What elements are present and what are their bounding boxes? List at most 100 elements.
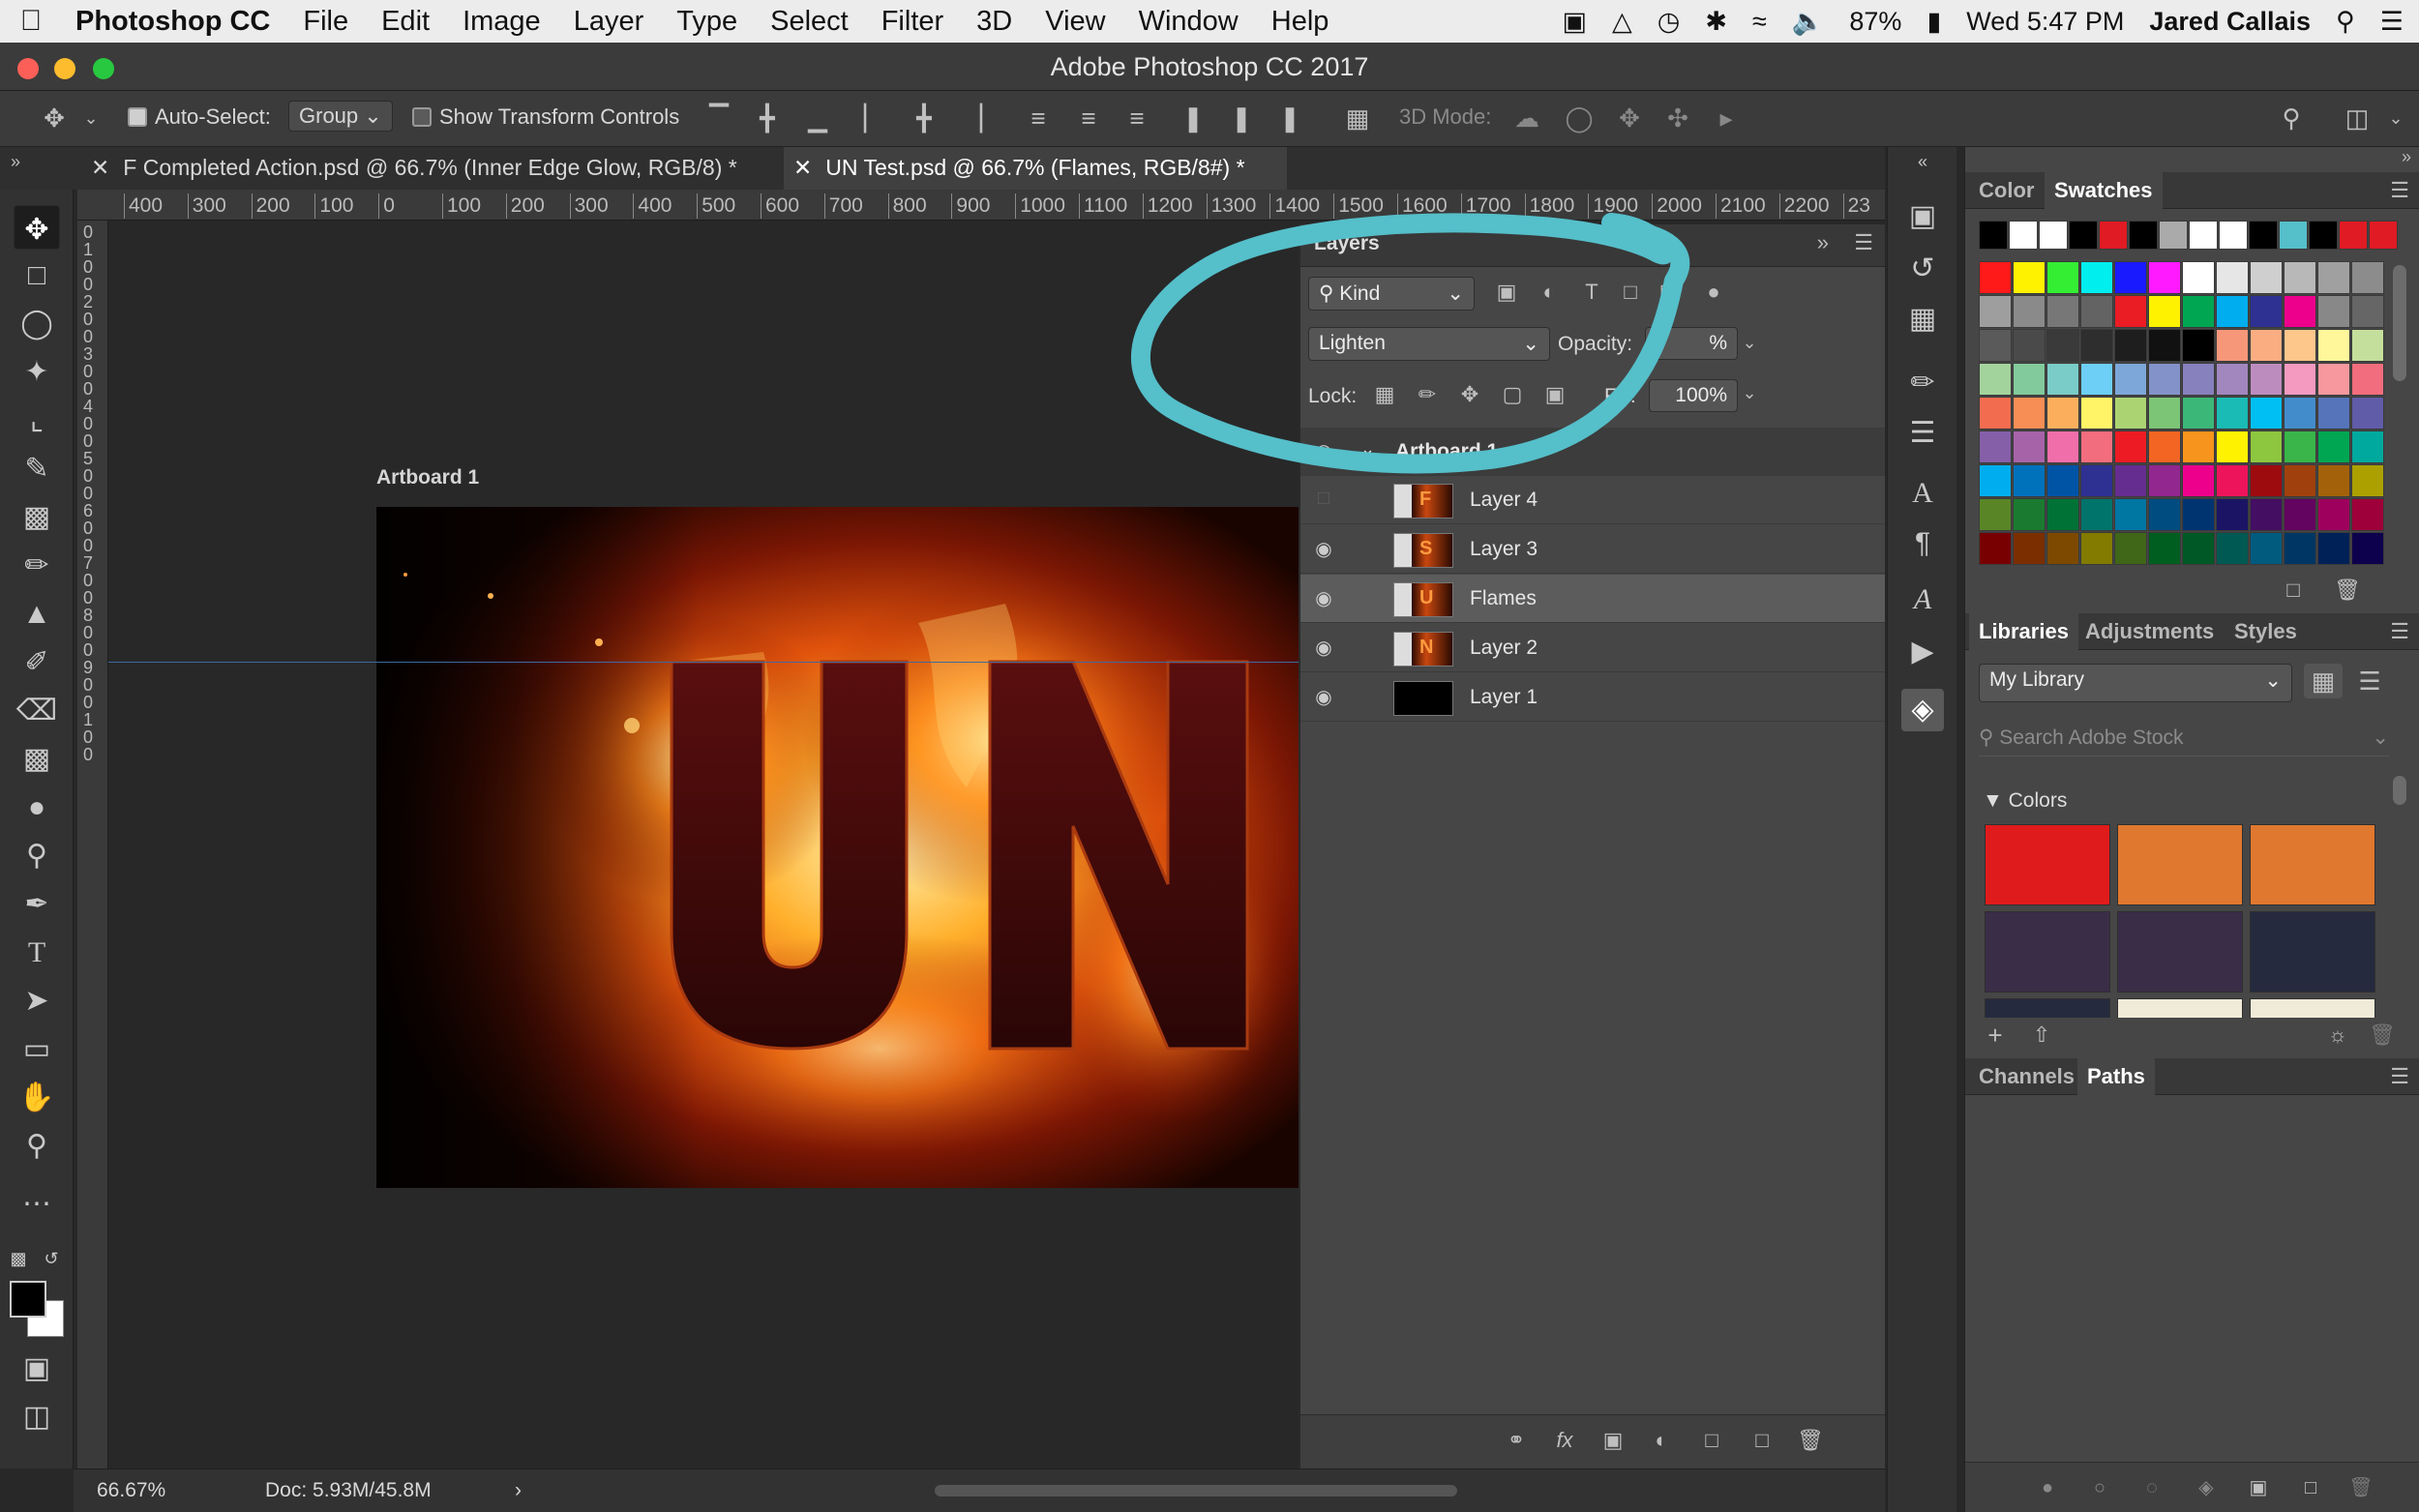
menu-file[interactable]: File bbox=[303, 6, 348, 38]
swatch[interactable] bbox=[2284, 532, 2316, 565]
swatch[interactable] bbox=[2009, 221, 2038, 250]
layer-row[interactable]: ◉ U Flames bbox=[1300, 575, 1885, 623]
swatch[interactable] bbox=[2351, 430, 2384, 463]
align-top-icon[interactable]: ▔ bbox=[704, 101, 733, 135]
swatch[interactable] bbox=[2046, 498, 2079, 531]
swatch[interactable] bbox=[2046, 430, 2079, 463]
swatch[interactable] bbox=[2182, 363, 2215, 396]
delete-swatch-icon[interactable]: 🗑 bbox=[2331, 573, 2364, 608]
library-color-swatch[interactable] bbox=[2250, 998, 2375, 1018]
swatch[interactable] bbox=[1979, 498, 2012, 531]
swatch[interactable] bbox=[2013, 498, 2046, 531]
swatch[interactable] bbox=[2216, 464, 2249, 497]
tab-paths[interactable]: Paths bbox=[2077, 1058, 2155, 1095]
pen-tool-icon[interactable]: ✒ bbox=[14, 882, 60, 927]
swatch[interactable] bbox=[2080, 363, 2113, 396]
swatch[interactable] bbox=[2114, 532, 2147, 565]
artboard-image[interactable] bbox=[376, 507, 1299, 1188]
swatch[interactable] bbox=[2284, 498, 2316, 531]
glyphs-panel-icon[interactable]: A bbox=[1901, 578, 1944, 621]
swatch[interactable] bbox=[2080, 430, 2113, 463]
swatch[interactable] bbox=[2317, 464, 2350, 497]
swatch[interactable] bbox=[2114, 329, 2147, 362]
bluetooth-icon[interactable]: ✱ bbox=[1705, 7, 1727, 37]
distribute-right-icon[interactable]: ❚ bbox=[1275, 101, 1304, 135]
history-brush-tool-icon[interactable]: ✐ bbox=[14, 640, 60, 685]
history-panel-icon[interactable]: ↺ bbox=[1901, 248, 1944, 290]
3d-scale-icon[interactable]: ▸ bbox=[1709, 101, 1744, 135]
new-path-icon[interactable]: □ bbox=[2294, 1470, 2327, 1505]
library-color-swatch[interactable] bbox=[1985, 998, 2110, 1018]
swatch[interactable] bbox=[1979, 397, 2012, 430]
timeline-panel-icon[interactable]: ▶ bbox=[1901, 631, 1944, 673]
layer-style-icon[interactable]: fx bbox=[1548, 1423, 1581, 1458]
swatch[interactable] bbox=[2182, 430, 2215, 463]
path-selection-tool-icon[interactable]: ➤ bbox=[14, 979, 60, 1023]
move-tool-icon[interactable]: ✥ bbox=[14, 205, 60, 250]
clone-stamp-tool-icon[interactable]: ▲ bbox=[14, 592, 60, 637]
swatch[interactable] bbox=[2317, 498, 2350, 531]
swatch[interactable] bbox=[2216, 532, 2249, 565]
swatch[interactable] bbox=[2182, 397, 2215, 430]
panel-menu-icon[interactable]: ☰ bbox=[2390, 619, 2409, 644]
swatch[interactable] bbox=[1979, 430, 2012, 463]
airplay-icon[interactable]: △ bbox=[1612, 7, 1632, 37]
tab-styles[interactable]: Styles bbox=[2234, 619, 2297, 644]
swatch[interactable] bbox=[2114, 363, 2147, 396]
collapse-toolbar-icon[interactable]: » bbox=[6, 147, 25, 176]
swatch[interactable] bbox=[2080, 329, 2113, 362]
quick-mask-icon[interactable]: ▣ bbox=[14, 1347, 60, 1391]
menu-layer[interactable]: Layer bbox=[574, 6, 644, 38]
hand-tool-icon[interactable]: ✋ bbox=[14, 1076, 60, 1120]
swatch[interactable] bbox=[2309, 221, 2338, 250]
3d-pan-icon[interactable]: ✥ bbox=[1612, 101, 1647, 135]
eye-hidden-icon[interactable]: □ bbox=[1310, 488, 1337, 513]
swatch[interactable] bbox=[2013, 329, 2046, 362]
swatch[interactable] bbox=[1979, 532, 2012, 565]
swatch[interactable] bbox=[2351, 498, 2384, 531]
swatch[interactable] bbox=[2013, 464, 2046, 497]
swatch[interactable] bbox=[2013, 261, 2046, 294]
swatch[interactable] bbox=[2317, 532, 2350, 565]
distribute-bottom-icon[interactable]: ≡ bbox=[1122, 101, 1151, 135]
library-color-swatch[interactable] bbox=[1985, 911, 2110, 993]
swatch[interactable] bbox=[2114, 464, 2147, 497]
close-tab-icon[interactable]: ✕ bbox=[793, 155, 812, 180]
library-color-swatch[interactable] bbox=[1985, 824, 2110, 905]
swatch[interactable] bbox=[2216, 430, 2249, 463]
collapse-panel-icon[interactable]: » bbox=[1817, 230, 1829, 255]
swatch[interactable] bbox=[2250, 363, 2283, 396]
swatch[interactable] bbox=[2148, 532, 2181, 565]
align-bottom-icon[interactable]: ▁ bbox=[803, 101, 832, 135]
swatch[interactable] bbox=[2080, 464, 2113, 497]
actions-panel-icon[interactable]: ▦ bbox=[1901, 298, 1944, 341]
auto-select-checkbox[interactable] bbox=[128, 107, 147, 127]
crop-tool-icon[interactable]: ⌞ bbox=[14, 399, 60, 443]
menu-filter[interactable]: Filter bbox=[881, 6, 943, 38]
tab-un-test[interactable]: ✕ UN Test.psd @ 66.7% (Flames, RGB/8#) * bbox=[784, 147, 1287, 190]
swatch[interactable] bbox=[2284, 363, 2316, 396]
swatch[interactable] bbox=[2216, 498, 2249, 531]
swatch[interactable] bbox=[2013, 295, 2046, 328]
menu-image[interactable]: Image bbox=[463, 6, 541, 38]
swatch[interactable] bbox=[2279, 221, 2308, 250]
tab-libraries[interactable]: Libraries bbox=[1969, 613, 2078, 650]
character-panel-icon[interactable]: A bbox=[1901, 472, 1944, 515]
rectangle-tool-icon[interactable]: ▭ bbox=[14, 1027, 60, 1072]
cc-sync-icon[interactable]: ☼ bbox=[2321, 1018, 2354, 1052]
swatch[interactable] bbox=[2216, 261, 2249, 294]
gradient-tool-icon[interactable]: ▩ bbox=[14, 737, 60, 782]
swatch[interactable] bbox=[2317, 430, 2350, 463]
fill-path-icon[interactable]: ● bbox=[2031, 1470, 2064, 1505]
battery-icon[interactable]: ▮ bbox=[1926, 7, 1941, 37]
horizontal-guide[interactable] bbox=[108, 662, 1299, 663]
distribute-vcenter-icon[interactable]: ≡ bbox=[1074, 101, 1103, 135]
swatch[interactable] bbox=[2039, 221, 2068, 250]
swatch[interactable] bbox=[2114, 430, 2147, 463]
libraries-scrollbar[interactable] bbox=[2393, 776, 2406, 805]
swatch[interactable] bbox=[2182, 261, 2215, 294]
wifi-icon[interactable]: ≈ bbox=[1752, 7, 1767, 37]
menu-edit[interactable]: Edit bbox=[381, 6, 430, 38]
swatch[interactable] bbox=[2046, 464, 2079, 497]
swatch[interactable] bbox=[2339, 221, 2368, 250]
